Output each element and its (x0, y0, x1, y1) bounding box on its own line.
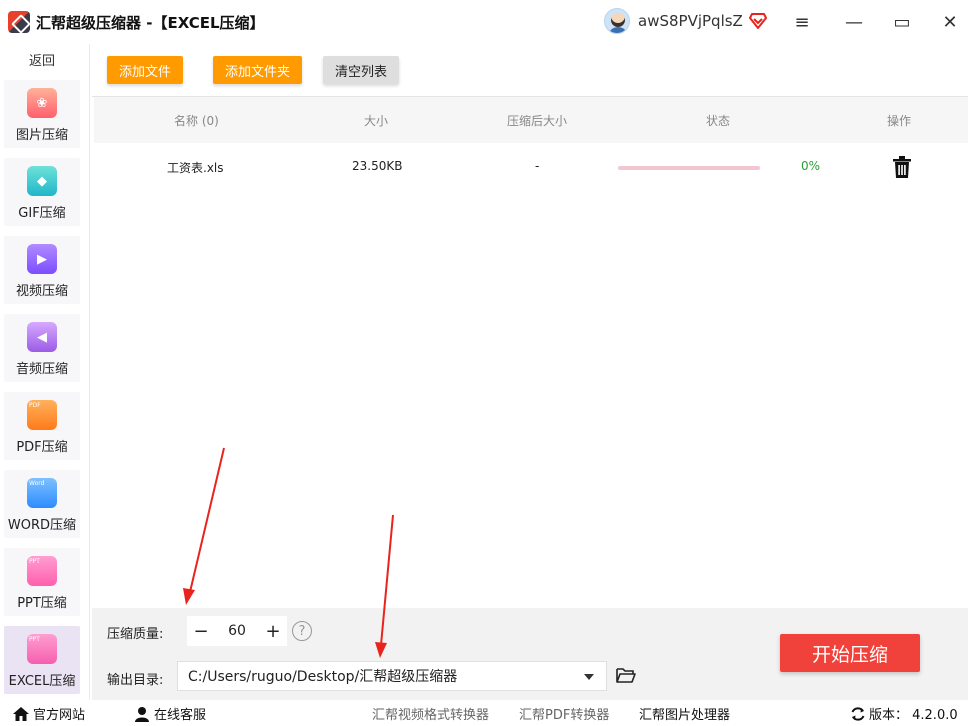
online-service-link[interactable]: 在线客服 (133, 704, 206, 723)
trash-icon[interactable] (892, 155, 912, 179)
sidebar-item-video[interactable]: ▶ 视频压缩 (4, 236, 80, 304)
maximize-button[interactable]: ▭ (890, 10, 914, 34)
image-processor-link[interactable]: 汇帮图片处理器 (639, 704, 730, 723)
sidebar-item-audio[interactable]: ◀ 音频压缩 (4, 314, 80, 382)
official-site-label: 官方网站 (33, 708, 86, 723)
quality-decrease-button[interactable]: − (187, 616, 215, 646)
sidebar-item-image[interactable]: ❀ 图片压缩 (4, 80, 80, 148)
video-icon: ▶ (27, 244, 57, 274)
sidebar-item-label: WORD压缩 (7, 518, 77, 533)
status-bar: 官方网站 在线客服 汇帮视频格式转换器 汇帮PDF转换器 汇帮图片处理器 版本：… (0, 700, 968, 726)
refresh-icon (851, 706, 865, 721)
sidebar-item-label: 图片压缩 (15, 128, 68, 143)
file-size: 23.50KB (352, 159, 403, 173)
gif-icon: ◆ (27, 166, 57, 196)
sidebar-item-label: PDF压缩 (16, 440, 68, 455)
video-converter-link[interactable]: 汇帮视频格式转换器 (372, 704, 489, 723)
sidebar-item-label: 视频压缩 (15, 284, 68, 299)
progress-percent: 0% (801, 159, 821, 173)
image-icon: ❀ (27, 88, 57, 118)
output-path: C:/Users/ruguo/Desktop/汇帮超级压缩器 (188, 669, 458, 685)
version-info: 版本： 4.2.0.0 (850, 704, 958, 723)
sidebar-item-excel[interactable]: PPT EXCEL压缩 (4, 626, 80, 694)
header-status: 状态 (706, 114, 731, 128)
support-agent-icon (135, 706, 149, 722)
header-name: 名称 (0) (174, 114, 219, 128)
excel-icon: PPT (27, 634, 57, 664)
quality-stepper[interactable]: − 60 + (187, 616, 287, 646)
menu-icon[interactable]: ≡ (790, 10, 814, 34)
add-folder-button[interactable]: 添加文件夹 (213, 56, 303, 84)
output-dir-select[interactable]: C:/Users/ruguo/Desktop/汇帮超级压缩器 (177, 661, 607, 691)
start-compress-button[interactable]: 开始压缩 (780, 634, 920, 672)
sidebar-item-pdf[interactable]: PDF PDF压缩 (4, 392, 80, 460)
ppt-icon: PPT (27, 556, 57, 586)
title-bar: 汇帮超级压缩器 -【EXCEL压缩】 awS8PVjPqlsZ ≡ — ▭ ✕ (0, 0, 968, 44)
username: awS8PVjPqlsZ (638, 12, 743, 30)
settings-panel: 压缩质量: − 60 + ? 输出目录: C:/Users/ruguo/Desk… (92, 608, 968, 700)
toolbar: 添加文件 添加文件夹 清空列表 (92, 44, 968, 94)
user-area[interactable]: awS8PVjPqlsZ (604, 8, 767, 34)
sidebar: 返回 ❀ 图片压缩 ◆ GIF压缩 ▶ 视频压缩 ◀ 音频压缩 PDF PDF压… (0, 44, 90, 700)
audio-icon: ◀ (27, 322, 57, 352)
progress-bar (618, 166, 760, 170)
official-site-link[interactable]: 官方网站 (12, 704, 85, 723)
table-row[interactable]: 工资表.xls 23.50KB - 0% (94, 153, 968, 183)
back-link[interactable]: 返回 (0, 50, 84, 69)
header-actions: 操作 (887, 114, 912, 128)
vip-diamond-icon[interactable] (748, 13, 767, 29)
word-icon: Word (27, 478, 57, 508)
quality-increase-button[interactable]: + (259, 616, 287, 646)
sidebar-item-ppt[interactable]: PPT PPT压缩 (4, 548, 80, 616)
sidebar-item-gif[interactable]: ◆ GIF压缩 (4, 158, 80, 226)
version-label: 版本： 4.2.0.0 (869, 708, 958, 723)
sidebar-item-label: PPT压缩 (17, 596, 67, 611)
table-header: 名称 (0) 大小 压缩后大小 状态 操作 (94, 97, 968, 143)
quality-label: 压缩质量: (107, 627, 164, 642)
sidebar-item-label: EXCEL压缩 (8, 674, 76, 689)
sidebar-item-label: 音频压缩 (15, 362, 68, 377)
minimize-button[interactable]: — (842, 10, 866, 34)
home-icon (13, 706, 29, 721)
close-button[interactable]: ✕ (938, 10, 962, 34)
folder-open-icon[interactable] (616, 667, 636, 683)
help-icon[interactable]: ? (292, 621, 312, 641)
add-file-button[interactable]: 添加文件 (107, 56, 184, 84)
sidebar-item-label: GIF压缩 (18, 206, 66, 221)
header-compressed-size: 压缩后大小 (507, 114, 568, 128)
app-logo-icon (8, 11, 30, 33)
output-label: 输出目录: (107, 673, 164, 688)
avatar[interactable] (604, 8, 630, 34)
chevron-down-icon[interactable] (584, 674, 594, 680)
quality-value[interactable]: 60 (215, 623, 259, 639)
header-size: 大小 (364, 114, 389, 128)
sidebar-item-word[interactable]: Word WORD压缩 (4, 470, 80, 538)
online-service-label: 在线客服 (154, 708, 207, 723)
app-title: 汇帮超级压缩器 -【EXCEL压缩】 (36, 13, 265, 32)
file-table: 名称 (0) 大小 压缩后大小 状态 操作 工资表.xls 23.50KB - … (92, 96, 968, 606)
clear-list-button[interactable]: 清空列表 (323, 56, 400, 84)
pdf-converter-link[interactable]: 汇帮PDF转换器 (519, 704, 609, 723)
file-name: 工资表.xls (167, 161, 224, 175)
compressed-size: - (535, 159, 540, 173)
pdf-icon: PDF (27, 400, 57, 430)
